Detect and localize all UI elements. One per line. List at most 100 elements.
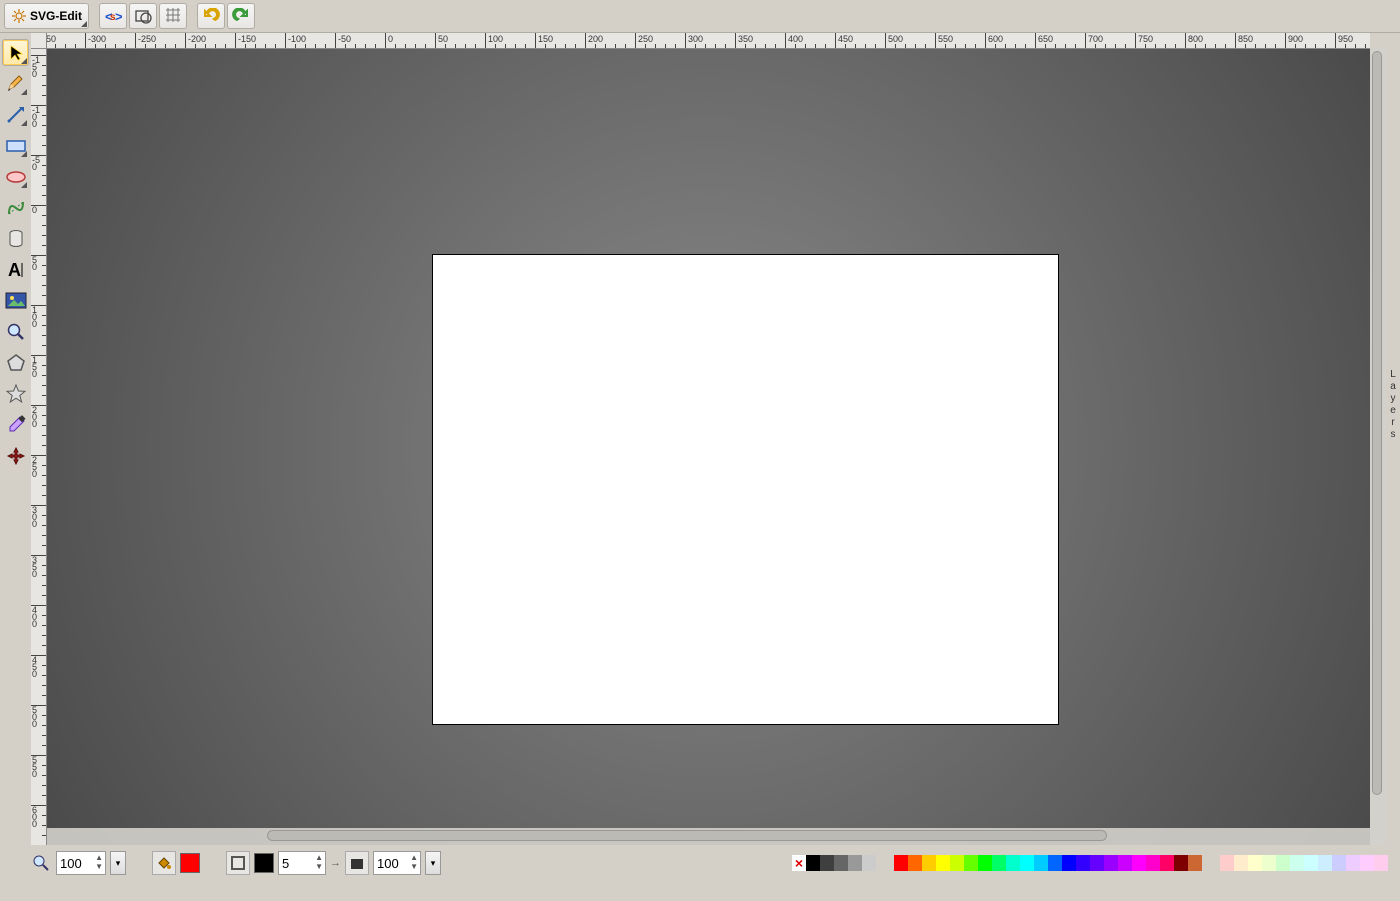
palette-swatch[interactable] xyxy=(1090,855,1104,871)
palette-swatch[interactable] xyxy=(1104,855,1118,871)
ruler-vertical: -150-100-5005010015020025030035040045050… xyxy=(31,49,47,845)
palette-swatch[interactable] xyxy=(1146,855,1160,871)
eyedropper-tool[interactable] xyxy=(2,411,29,438)
palette-swatch[interactable] xyxy=(908,855,922,871)
svg-text:>: > xyxy=(115,9,122,24)
palette-swatch[interactable] xyxy=(1020,855,1034,871)
select-tool[interactable] xyxy=(2,39,29,66)
palette-swatch[interactable] xyxy=(1062,855,1076,871)
tools-sidebar: A xyxy=(0,33,31,845)
ruler-corner xyxy=(31,33,47,49)
palette-swatch[interactable] xyxy=(862,855,876,871)
path-tool[interactable] xyxy=(2,194,29,221)
pan-tool[interactable] xyxy=(2,442,29,469)
palette-swatch[interactable] xyxy=(1346,855,1360,871)
rect-tool[interactable] xyxy=(2,132,29,159)
palette-swatch[interactable] xyxy=(922,855,936,871)
undo-icon xyxy=(202,8,220,24)
wireframe-icon xyxy=(134,8,152,24)
zoom-dropdown[interactable]: ▾ xyxy=(110,851,126,875)
arrow-icon xyxy=(7,44,25,62)
palette-swatch[interactable] xyxy=(978,855,992,871)
stroke-width-input[interactable]: 5▲▼ xyxy=(278,851,326,875)
image-tool[interactable] xyxy=(2,287,29,314)
palette-swatch[interactable] xyxy=(936,855,950,871)
fill-color-well[interactable] xyxy=(180,853,200,873)
palette-swatch[interactable] xyxy=(820,855,834,871)
palette-swatch[interactable]: × xyxy=(792,855,806,871)
opacity-input[interactable]: 100▲▼ xyxy=(373,851,421,875)
palette-swatch[interactable] xyxy=(1290,855,1304,871)
ruler-horizontal: -350-300-250-200-150-100-500501001502002… xyxy=(31,33,1370,49)
line-tool[interactable] xyxy=(2,101,29,128)
palette-swatch[interactable] xyxy=(1374,855,1388,871)
palette-swatch[interactable] xyxy=(1248,855,1262,871)
palette-swatch[interactable] xyxy=(848,855,862,871)
undo-button[interactable] xyxy=(197,3,225,29)
palette-swatch[interactable] xyxy=(894,855,908,871)
zoom-input[interactable]: 100▲▼ xyxy=(56,851,106,875)
arrow-icon: → xyxy=(330,857,341,869)
zoom-tool[interactable] xyxy=(2,318,29,345)
svg-canvas[interactable] xyxy=(432,254,1059,725)
fill-tool[interactable] xyxy=(152,851,176,875)
layers-panel-tab[interactable]: Layers xyxy=(1386,49,1400,845)
logo-icon xyxy=(11,8,27,24)
stroke-tool[interactable] xyxy=(226,851,250,875)
star-tool[interactable] xyxy=(2,380,29,407)
palette-swatch[interactable] xyxy=(1174,855,1188,871)
cylinder-icon xyxy=(7,229,25,249)
source-icon: <s> xyxy=(104,8,122,24)
wireframe-button[interactable] xyxy=(129,3,157,29)
polygon-icon xyxy=(6,353,26,373)
palette-swatch[interactable] xyxy=(1188,855,1202,871)
pencil-tool[interactable] xyxy=(2,70,29,97)
scrollbar-vertical[interactable] xyxy=(1370,49,1386,845)
redo-icon xyxy=(232,8,250,24)
scrollbar-horizontal[interactable] xyxy=(47,828,1370,845)
opacity-dropdown[interactable]: ▾ xyxy=(425,851,441,875)
palette-swatch[interactable] xyxy=(1318,855,1332,871)
palette-swatch[interactable] xyxy=(964,855,978,871)
ellipse-icon xyxy=(5,169,27,185)
opacity-value: 100 xyxy=(377,856,399,871)
stroke-style-icon xyxy=(349,855,365,871)
palette-swatch[interactable] xyxy=(1332,855,1346,871)
main-menu-button[interactable]: SVG-Edit xyxy=(4,3,89,29)
palette-swatch[interactable] xyxy=(1220,855,1234,871)
palette-swatch[interactable] xyxy=(1234,855,1248,871)
scrollbar-thumb[interactable] xyxy=(267,830,1107,841)
palette-swatch[interactable] xyxy=(1132,855,1146,871)
palette-swatch[interactable] xyxy=(1304,855,1318,871)
palette-swatch[interactable] xyxy=(1006,855,1020,871)
palette-swatch[interactable] xyxy=(806,855,820,871)
edit-source-button[interactable]: <s> xyxy=(99,3,127,29)
palette-swatch[interactable] xyxy=(1160,855,1174,871)
polygon-tool[interactable] xyxy=(2,349,29,376)
pencil-icon xyxy=(6,74,26,94)
palette-swatch[interactable] xyxy=(1034,855,1048,871)
text-tool[interactable]: A xyxy=(2,256,29,283)
palette-swatch[interactable] xyxy=(1262,855,1276,871)
line-icon xyxy=(6,105,26,125)
show-grid-button[interactable] xyxy=(159,3,187,29)
stroke-style-button[interactable] xyxy=(345,851,369,875)
palette-swatch[interactable] xyxy=(1360,855,1374,871)
palette-swatch[interactable] xyxy=(834,855,848,871)
palette-swatch[interactable] xyxy=(1276,855,1290,871)
palette-swatch[interactable] xyxy=(1118,855,1132,871)
palette-swatch[interactable] xyxy=(1048,855,1062,871)
stroke-width-value: 5 xyxy=(282,856,289,871)
palette-swatch[interactable] xyxy=(1076,855,1090,871)
scrollbar-thumb[interactable] xyxy=(1372,51,1382,795)
redo-button[interactable] xyxy=(227,3,255,29)
shapelib-tool[interactable] xyxy=(2,225,29,252)
palette-swatch[interactable] xyxy=(950,855,964,871)
palette-swatch[interactable] xyxy=(992,855,1006,871)
stroke-color-well[interactable] xyxy=(254,853,274,873)
bottom-controls: 100▲▼ ▾ 5▲▼ → 100▲▼ ▾ xyxy=(30,849,441,877)
ellipse-tool[interactable] xyxy=(2,163,29,190)
image-icon xyxy=(5,292,27,310)
eyedropper-icon xyxy=(6,415,26,435)
canvas-workarea[interactable] xyxy=(47,49,1370,845)
